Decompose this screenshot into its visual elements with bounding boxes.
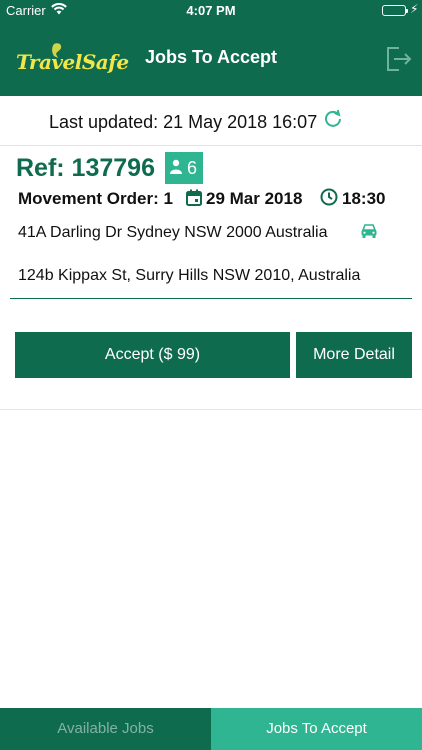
tab-jobs-to-accept[interactable]: Jobs To Accept: [211, 708, 422, 750]
job-card: Ref: 137796 6 Movement Order: 1 29 Mar 2…: [0, 146, 422, 410]
calendar-icon: [186, 189, 202, 206]
job-date: 29 Mar 2018: [206, 189, 303, 208]
passenger-badge: 6: [165, 152, 203, 184]
address-divider: [10, 298, 412, 299]
car-icon: [361, 224, 377, 238]
charging-icon: ⚡: [410, 2, 419, 16]
person-icon: [170, 159, 182, 174]
dropoff-address: 124b Kippax St, Surry Hills NSW 2010, Au…: [18, 267, 361, 284]
tab-available-jobs[interactable]: Available Jobs: [0, 708, 211, 750]
more-detail-button[interactable]: More Detail: [296, 332, 412, 378]
clock-icon: [320, 188, 338, 206]
page-title: Jobs To Accept: [144, 47, 278, 67]
movement-order: Movement Order: 1: [18, 189, 173, 208]
pickup-address: 41A Darling Dr Sydney NSW 2000 Australia: [18, 224, 328, 241]
job-ref: Ref: 137796: [16, 154, 155, 182]
job-time: 18:30: [342, 189, 386, 208]
battery-icon: [382, 5, 408, 16]
last-updated-text: Last updated: 21 May 2018 16:07: [49, 112, 318, 132]
header: Carrier 4:07 PM ⚡ TravelSafe Jobs To Acc…: [0, 0, 422, 96]
refresh-icon[interactable]: [322, 108, 344, 130]
last-updated-bar: Last updated: 21 May 2018 16:07: [0, 96, 422, 146]
accept-button[interactable]: Accept ($ 99): [15, 332, 290, 378]
tab-bar: Available Jobs Jobs To Accept: [0, 708, 422, 750]
status-time: 4:07 PM: [186, 3, 236, 18]
status-bar: Carrier 4:07 PM ⚡: [0, 0, 422, 22]
logout-button[interactable]: [385, 46, 413, 72]
logout-icon: [387, 47, 412, 71]
passenger-count: 6: [187, 158, 198, 178]
